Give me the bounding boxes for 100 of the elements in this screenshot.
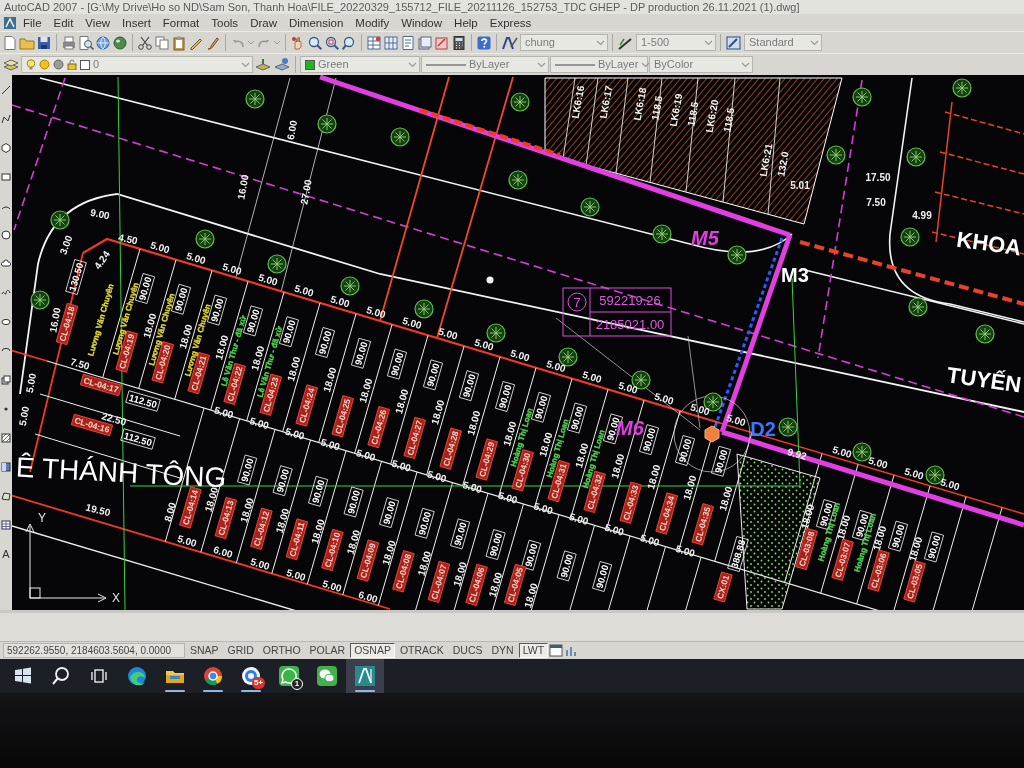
menu-item[interactable]: Format	[156, 14, 206, 31]
help-icon[interactable]	[476, 34, 492, 51]
text-style-dropdown[interactable]: chung	[520, 34, 608, 51]
menu-item[interactable]: Window	[395, 14, 449, 31]
lot-label: LK6:17	[597, 84, 615, 120]
hexagon-icon[interactable]	[1, 143, 11, 153]
markup-icon[interactable]	[434, 34, 450, 51]
tree-icon	[826, 145, 846, 165]
status-toggle[interactable]: ORTHO	[258, 643, 305, 658]
line-icon[interactable]	[1, 85, 11, 95]
table-icon[interactable]	[1, 520, 11, 530]
frontage-dimension: 5.00	[725, 412, 747, 429]
menu-item[interactable]: Help	[448, 14, 484, 31]
hatch-icon[interactable]	[1, 433, 11, 443]
layer-current-icon[interactable]	[254, 56, 272, 73]
menu-item[interactable]: Modify	[349, 14, 396, 31]
block-icon[interactable]	[1, 375, 11, 385]
printer-icon[interactable]	[61, 34, 77, 51]
lot-area-label: 118.5	[721, 107, 737, 133]
status-toggle[interactable]: POLAR	[305, 643, 350, 658]
panel-grid-icon[interactable]	[383, 34, 399, 51]
status-toggle[interactable]: LWT	[518, 643, 549, 658]
lot-area-tag: 90.00	[272, 465, 293, 497]
dimension-style-dropdown[interactable]: 1-500	[636, 34, 716, 51]
street-name: TUYẾN	[945, 362, 1023, 398]
tree-icon	[50, 210, 70, 230]
plot-style-dropdown[interactable]: ByColor	[649, 56, 753, 73]
table-style-icon[interactable]	[725, 34, 743, 51]
tree-icon	[906, 147, 926, 167]
ellipse-icon[interactable]	[1, 317, 11, 327]
menu-item[interactable]: View	[79, 14, 117, 31]
cloud-icon[interactable]	[1, 259, 11, 269]
stacked-sheets-icon[interactable]	[417, 34, 433, 51]
status-toggle[interactable]: GRID	[223, 643, 258, 658]
sphere-icon[interactable]	[112, 34, 128, 51]
globe-icon[interactable]	[95, 34, 111, 51]
window-icon[interactable]	[549, 644, 564, 657]
depth-dimension: 18.00	[321, 366, 339, 394]
frontage-dimension: 5.00	[354, 447, 377, 464]
lot-id-tag: CL-04:34	[655, 492, 678, 535]
lot-id-tag: CX:01	[713, 571, 733, 603]
tree-icon	[652, 224, 672, 244]
tree-icon	[30, 290, 50, 310]
status-toggle[interactable]: OTRACK	[395, 643, 448, 658]
depth-dimension: 18.00	[681, 474, 699, 502]
new-file-icon[interactable]	[2, 34, 18, 51]
menu-item[interactable]: Tools	[205, 14, 245, 31]
region-icon[interactable]	[1, 491, 11, 501]
magnifier-icon[interactable]	[307, 34, 323, 51]
menu-item[interactable]: Express	[483, 14, 538, 31]
lot-id-tag: CL-04:25	[331, 395, 354, 438]
text-tool-button[interactable]: A	[2, 549, 10, 560]
twin-bubbles-icon	[316, 665, 338, 687]
layer-previous-icon[interactable]	[273, 56, 291, 73]
status-toggle[interactable]: DYN	[487, 643, 518, 658]
dimension-label: 17.50	[865, 171, 891, 183]
menu-item[interactable]: Insert	[116, 14, 157, 31]
gradient-icon[interactable]	[1, 462, 11, 472]
point-label: D2	[750, 418, 776, 440]
dimension-label: 7.50	[866, 196, 886, 208]
calculator-icon[interactable]	[451, 34, 467, 51]
rectangle-icon[interactable]	[1, 172, 11, 182]
clipboard-icon[interactable]	[171, 34, 187, 51]
menu-item[interactable]: Dimension	[282, 14, 350, 31]
linetype-dropdown[interactable]: ByLayer	[421, 56, 549, 73]
properties-grid-icon[interactable]	[366, 34, 382, 51]
notification-badge: 1	[291, 678, 303, 690]
status-toggle[interactable]: SNAP	[186, 643, 223, 658]
page-list-icon[interactable]	[400, 34, 416, 51]
color-dropdown[interactable]: Green	[300, 56, 420, 73]
dimension-label: 5.01	[790, 179, 810, 191]
taskbar-button[interactable]: 1	[270, 659, 308, 693]
depth-dimension: 18.00	[465, 409, 483, 437]
menu-item[interactable]: Edit	[47, 14, 80, 31]
layer-dropdown[interactable]: 0	[21, 56, 253, 73]
scissors-icon[interactable]	[137, 34, 153, 51]
circle-icon[interactable]	[1, 230, 11, 240]
copy-pages-icon[interactable]	[154, 34, 170, 51]
search-icon[interactable]	[50, 665, 72, 687]
polyline-icon[interactable]	[1, 114, 11, 124]
lineweight-dropdown[interactable]: ByLayer	[550, 56, 648, 73]
menu-item[interactable]: File	[17, 14, 48, 31]
frontage-dimension: 5.00	[617, 379, 639, 396]
app-icon[interactable]	[3, 15, 17, 30]
page-magnifier-icon[interactable]	[78, 34, 94, 51]
lot-id-tag: CL-04:28	[439, 427, 462, 470]
status-toggle[interactable]: DUCS	[448, 643, 487, 658]
layers-icon[interactable]	[2, 56, 20, 73]
table-style-dropdown[interactable]: Standard	[744, 34, 822, 51]
drawing-canvas[interactable]	[12, 75, 1024, 610]
status-toggle[interactable]: OSNAP	[350, 643, 395, 658]
pen-letter-icon[interactable]	[501, 34, 519, 51]
magnifier-back-icon[interactable]	[341, 34, 357, 51]
wave-icon[interactable]	[1, 288, 11, 298]
taskbar-button[interactable]: 5+	[232, 659, 270, 693]
menu-item[interactable]: Draw	[244, 14, 283, 31]
coordinates-readout: 592262.9550, 2184603.5604, 0.0000	[3, 643, 185, 658]
lot-area-label: 118.5	[685, 101, 701, 127]
magnifier-window-icon[interactable]	[324, 34, 340, 51]
taskbar-button[interactable]	[346, 659, 384, 693]
